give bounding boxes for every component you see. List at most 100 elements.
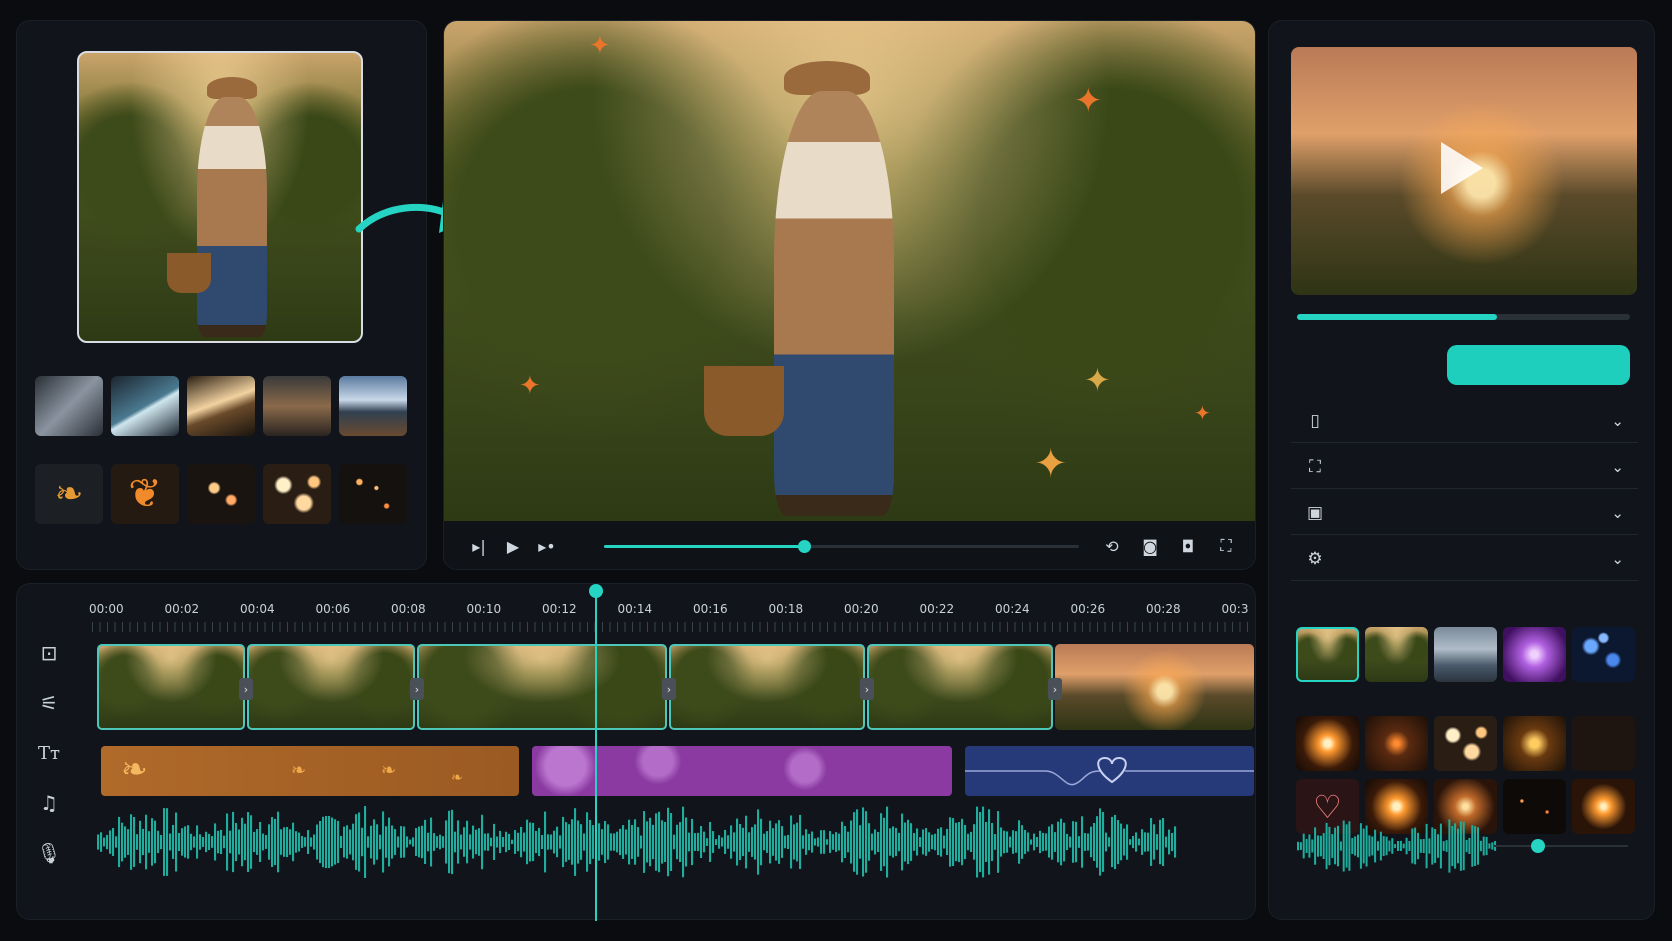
- scrub-bar[interactable]: [604, 540, 1079, 553]
- falling-leaf-icon: ✦: [589, 31, 611, 61]
- window-light-thumb[interactable]: [263, 376, 331, 436]
- woman-figure: [774, 91, 894, 516]
- leaves-effect-clip[interactable]: ❧ ❧ ❧ ❧: [101, 746, 519, 796]
- text-icon[interactable]: Tт: [35, 739, 63, 767]
- waveform-bar: [127, 829, 130, 855]
- adjust-icon[interactable]: ⚟: [35, 689, 63, 717]
- step-forward-icon[interactable]: ▸•: [530, 529, 564, 563]
- chevron-down-icon: ⌄: [1611, 503, 1624, 522]
- fx-sunburst-thumb[interactable]: [1296, 716, 1359, 771]
- bokeh-thumb[interactable]: [187, 464, 255, 524]
- waveform-bar: [574, 808, 577, 876]
- time-ruler[interactable]: 00:00 00:02 00:04 00:06 00:08 00:10 00:12 00:14…: [89, 596, 1252, 632]
- waveform-bar: [1465, 840, 1468, 853]
- preview-video[interactable]: ✦ ✦ ✦ ✦ ✦ ✦: [444, 21, 1255, 521]
- waveform-bar: [652, 824, 655, 860]
- waveform-bar: [964, 825, 967, 860]
- waveform-bar: [175, 812, 178, 872]
- source-photo[interactable]: [77, 51, 363, 343]
- transition-icon[interactable]: ›: [239, 678, 253, 700]
- light-streak-thumb[interactable]: [111, 376, 179, 436]
- output-preview[interactable]: [1291, 47, 1637, 295]
- time-tick-label: 00:3: [1221, 602, 1249, 616]
- waveform-bar: [967, 833, 970, 851]
- microphone-icon[interactable]: 🎙: [35, 839, 63, 867]
- fx-sparkle-thumb[interactable]: [1365, 716, 1428, 771]
- playhead[interactable]: [595, 594, 597, 921]
- play-icon[interactable]: ▶: [496, 529, 530, 563]
- waveform-bar: [385, 826, 388, 858]
- volume-slider-handle[interactable]: [1531, 839, 1545, 853]
- video-clip[interactable]: [247, 644, 415, 730]
- waveform-bar: [313, 834, 316, 850]
- accordion-settings[interactable]: ⚙ ⌄: [1291, 537, 1638, 581]
- waveform-bar: [667, 807, 670, 877]
- accordion-file[interactable]: ▯ ⌄: [1291, 399, 1638, 443]
- waveform-bar: [148, 831, 151, 853]
- leaf-icon[interactable]: ❧: [35, 464, 103, 524]
- video-clip[interactable]: [417, 644, 667, 730]
- waveform-bar: [124, 826, 127, 858]
- music-icon[interactable]: ♫: [35, 789, 63, 817]
- waveform-bar: [553, 830, 556, 854]
- video-clip[interactable]: [669, 644, 865, 730]
- glowing-leaf-icon[interactable]: ❦: [111, 464, 179, 524]
- accordion-video[interactable]: ▣ ⌄: [1291, 491, 1638, 535]
- video-clip[interactable]: [1055, 644, 1254, 730]
- waveform-bar: [1362, 828, 1365, 864]
- play-icon[interactable]: [1441, 142, 1483, 194]
- export-button[interactable]: [1447, 345, 1630, 385]
- smoke-overlay-thumb[interactable]: [35, 376, 103, 436]
- waveform-bar: [817, 837, 820, 847]
- step-back-icon[interactable]: ▸|: [462, 529, 496, 563]
- waveform-bar: [265, 835, 268, 849]
- time-tick-label: 00:24: [995, 602, 1030, 616]
- waveform-bar: [1111, 816, 1114, 868]
- filter-fog-thumb[interactable]: [1434, 627, 1497, 682]
- fx-embers-thumb[interactable]: [1503, 779, 1566, 834]
- scrub-handle[interactable]: [797, 540, 811, 553]
- waveform-bar: [97, 834, 100, 850]
- waveform-bar: [109, 830, 112, 854]
- sparks-thumb[interactable]: [339, 464, 407, 524]
- filter-orchard-alt-thumb[interactable]: [1365, 627, 1428, 682]
- waveform-bar: [1385, 836, 1388, 856]
- waveform-bar: [256, 829, 259, 855]
- snapshot-icon[interactable]: ◘: [1171, 529, 1205, 563]
- video-clip[interactable]: [97, 644, 245, 730]
- waveform-bar: [1405, 837, 1408, 855]
- waveform-bar: [304, 837, 307, 847]
- waveform-bar: [310, 837, 313, 847]
- loop-icon[interactable]: ⟲: [1095, 529, 1129, 563]
- waveform-bar: [253, 831, 256, 853]
- transition-icon[interactable]: ›: [662, 678, 676, 700]
- waveform-bar: [1051, 824, 1054, 860]
- filter-purple-glow-thumb[interactable]: [1503, 627, 1566, 682]
- audio-waveform[interactable]: [97, 802, 1177, 882]
- waveform-bar: [271, 817, 274, 867]
- waveform-bar: [1374, 829, 1377, 863]
- filter-orchard-thumb[interactable]: [1296, 627, 1359, 682]
- lens-flare-thumb[interactable]: [187, 376, 255, 436]
- video-clip[interactable]: [867, 644, 1053, 730]
- fullscreen-icon[interactable]: ⛶: [1209, 529, 1243, 563]
- transition-icon[interactable]: ›: [860, 678, 874, 700]
- transition-icon[interactable]: ›: [1048, 678, 1062, 700]
- camera-icon[interactable]: ◙: [1133, 529, 1167, 563]
- waveform-bar: [727, 835, 730, 849]
- volume-slider[interactable]: [1494, 845, 1628, 847]
- waveform-bar: [694, 833, 697, 851]
- heartbeat-effect-clip[interactable]: [965, 746, 1254, 796]
- playhead-handle[interactable]: [589, 584, 603, 598]
- waveform-bar: [1009, 836, 1012, 848]
- lake-scene-thumb[interactable]: [339, 376, 407, 436]
- fx-bokeh-thumb[interactable]: [1434, 716, 1497, 771]
- fx-leaves-thumb[interactable]: [1572, 716, 1635, 771]
- media-icon[interactable]: ⊡: [35, 639, 63, 667]
- accordion-frame[interactable]: ⛶ ⌄: [1291, 445, 1638, 489]
- filter-blue-bokeh-thumb[interactable]: [1572, 627, 1635, 682]
- fx-glow-thumb[interactable]: [1503, 716, 1566, 771]
- warm-bokeh-thumb[interactable]: [263, 464, 331, 524]
- transition-icon[interactable]: ›: [410, 678, 424, 700]
- fx-flare-thumb[interactable]: [1572, 779, 1635, 834]
